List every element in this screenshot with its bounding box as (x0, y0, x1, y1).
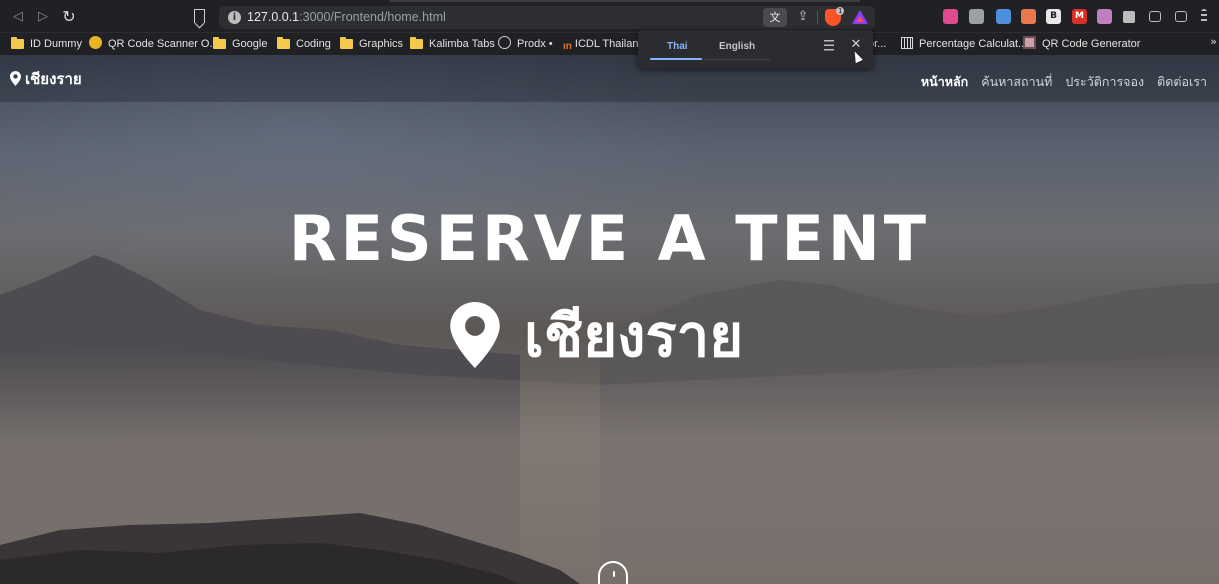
site-navbar: เชียงราย หน้าหลัก ค้นหาสถานที่ ประวัติการจ… (0, 55, 1219, 102)
color-ext-icon[interactable] (943, 9, 958, 24)
folder-icon (277, 37, 290, 49)
tab-track (702, 59, 770, 60)
bookmark-item[interactable]: Google (213, 36, 267, 52)
nav-links: หน้าหลัก ค้นหาสถานที่ ประวัติการจอง ติดต่อเ… (908, 71, 1207, 90)
map-pin-icon (450, 302, 500, 368)
bookmark-label: ID Dummy (30, 38, 82, 50)
icdl-icon: ın (563, 41, 572, 52)
hero-city: เชียงราย (524, 302, 744, 370)
bookmark-label: Coding (296, 38, 331, 50)
bookmark-label: ICDL Thailand (574, 38, 645, 50)
bookmark-item[interactable]: Percentage Calculat... (901, 36, 1027, 52)
tab-english[interactable]: English (719, 40, 755, 53)
bookmark-label: Percentage Calculat... (919, 38, 1028, 50)
bookmark-page-icon[interactable] (194, 9, 205, 23)
vpn-ext-icon[interactable] (969, 9, 984, 24)
site-logo[interactable]: เชียงราย (10, 68, 82, 90)
translate-popup: Thai English ✕ (638, 30, 873, 68)
more-bookmarks-button[interactable]: » (1210, 35, 1217, 48)
folder-icon (11, 37, 24, 49)
bookmark-item[interactable]: QR Code Scanner O... (89, 36, 219, 52)
nav-link-3[interactable]: ติดต่อเรา (1157, 74, 1207, 90)
bookmark-label: Prodx • (517, 38, 553, 50)
url-text[interactable]: 127.0.0.1:3000/Frontend/home.html (247, 10, 446, 25)
wallet-icon[interactable] (1175, 11, 1187, 22)
brave-rewards-icon[interactable] (852, 10, 868, 24)
nav-link-2[interactable]: ประวัติการจอง (1065, 74, 1144, 90)
nav-link-0[interactable]: หน้าหลัก (921, 74, 968, 90)
photo-ext-icon[interactable] (1097, 9, 1112, 24)
menu-icon[interactable] (1201, 9, 1207, 24)
logo-text: เชียงราย (25, 70, 82, 88)
globe-icon (498, 36, 511, 49)
scanner-ext-icon[interactable] (1021, 9, 1036, 24)
folder-icon (340, 37, 353, 49)
active-tab-indicator (390, 0, 860, 2)
bookmark-item[interactable]: ID Dummy (11, 36, 82, 52)
back-arrow-icon[interactable]: ◁ (9, 8, 27, 26)
translate-icon[interactable]: 文 (763, 8, 787, 27)
forward-arrow-icon[interactable]: ▷ (34, 8, 52, 26)
map-pin-icon (10, 71, 21, 86)
sidebar-icon[interactable] (1149, 11, 1161, 22)
toolbar-divider (817, 11, 818, 24)
folder-icon (213, 37, 226, 49)
shields-count-badge: 1 (836, 7, 845, 15)
bookmark-label: Google (232, 38, 268, 50)
bookmark-label: Kalimba Tabs (429, 38, 495, 50)
active-tab-underline (650, 58, 702, 60)
translate-options-icon[interactable] (824, 40, 834, 52)
share-icon[interactable]: ⇪ (795, 9, 811, 25)
reload-icon[interactable]: ↻ (60, 8, 78, 26)
bookmark-item[interactable]: QR Code Generator (1023, 36, 1140, 52)
calculator-icon (901, 37, 913, 49)
bookmark-item[interactable]: Coding (277, 36, 331, 52)
bookmark-item[interactable]: Graphics (340, 36, 403, 52)
nav-link-1[interactable]: ค้นหาสถานที่ (981, 74, 1052, 90)
hero-title: RESERVE A TENT (288, 202, 931, 275)
site-info-icon[interactable]: i (228, 11, 241, 24)
bookmark-item[interactable]: Kalimba Tabs (410, 36, 495, 52)
bookmarks-bar: ID Dummy QR Code Scanner O... Google Coding… (0, 33, 1219, 55)
browser-toolbar: ◁ ▷ ↻ i 127.0.0.1:3000/Frontend/home.htm… (0, 0, 1219, 33)
tab-thai[interactable]: Thai (667, 40, 688, 53)
calendar-ext-icon[interactable] (996, 9, 1011, 24)
qr-scanner-icon (89, 36, 102, 49)
address-bar[interactable]: i 127.0.0.1:3000/Frontend/home.html 文 ⇪ … (219, 6, 875, 29)
bookmark-item[interactable]: ın ICDL Thailand (563, 36, 645, 52)
folder-icon (410, 37, 423, 49)
bookmark-label: Graphics (359, 38, 404, 50)
bookmark-label: QR Code Generator (1042, 38, 1141, 50)
puzzle-extensions-icon[interactable] (1123, 11, 1135, 23)
qr-generator-icon (1023, 36, 1036, 49)
scroll-down-icon[interactable] (598, 561, 628, 584)
bookmark-item[interactable]: Prodx • (498, 36, 553, 52)
url-host: 127.0.0.1 (247, 10, 300, 24)
bookmark-label: QR Code Scanner O... (108, 38, 219, 50)
gmail-ext-icon[interactable]: M (1072, 9, 1087, 24)
url-path: :3000/Frontend/home.html (299, 10, 446, 24)
b-ext-icon[interactable]: B (1046, 9, 1061, 24)
web-page: เชียงราย หน้าหลัก ค้นหาสถานที่ ประวัติการจ… (0, 55, 1219, 584)
